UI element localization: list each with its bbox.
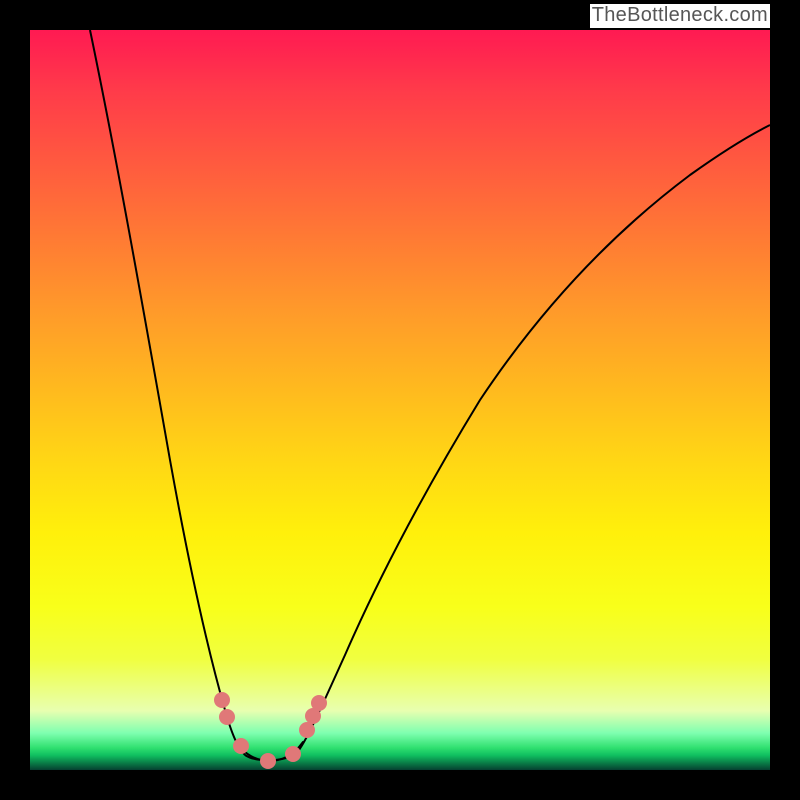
marker-dot xyxy=(285,746,301,762)
marker-dot xyxy=(214,692,230,708)
marker-dot xyxy=(260,753,276,769)
marker-dot xyxy=(233,738,249,754)
marker-dot xyxy=(311,695,327,711)
marker-dot xyxy=(299,722,315,738)
bottleneck-curve xyxy=(30,30,770,770)
chart-frame: TheBottleneck.com xyxy=(0,0,800,800)
watermark-label: TheBottleneck.com xyxy=(590,4,770,28)
right-branch xyxy=(295,125,770,755)
marker-dot xyxy=(219,709,235,725)
left-branch xyxy=(90,30,245,755)
